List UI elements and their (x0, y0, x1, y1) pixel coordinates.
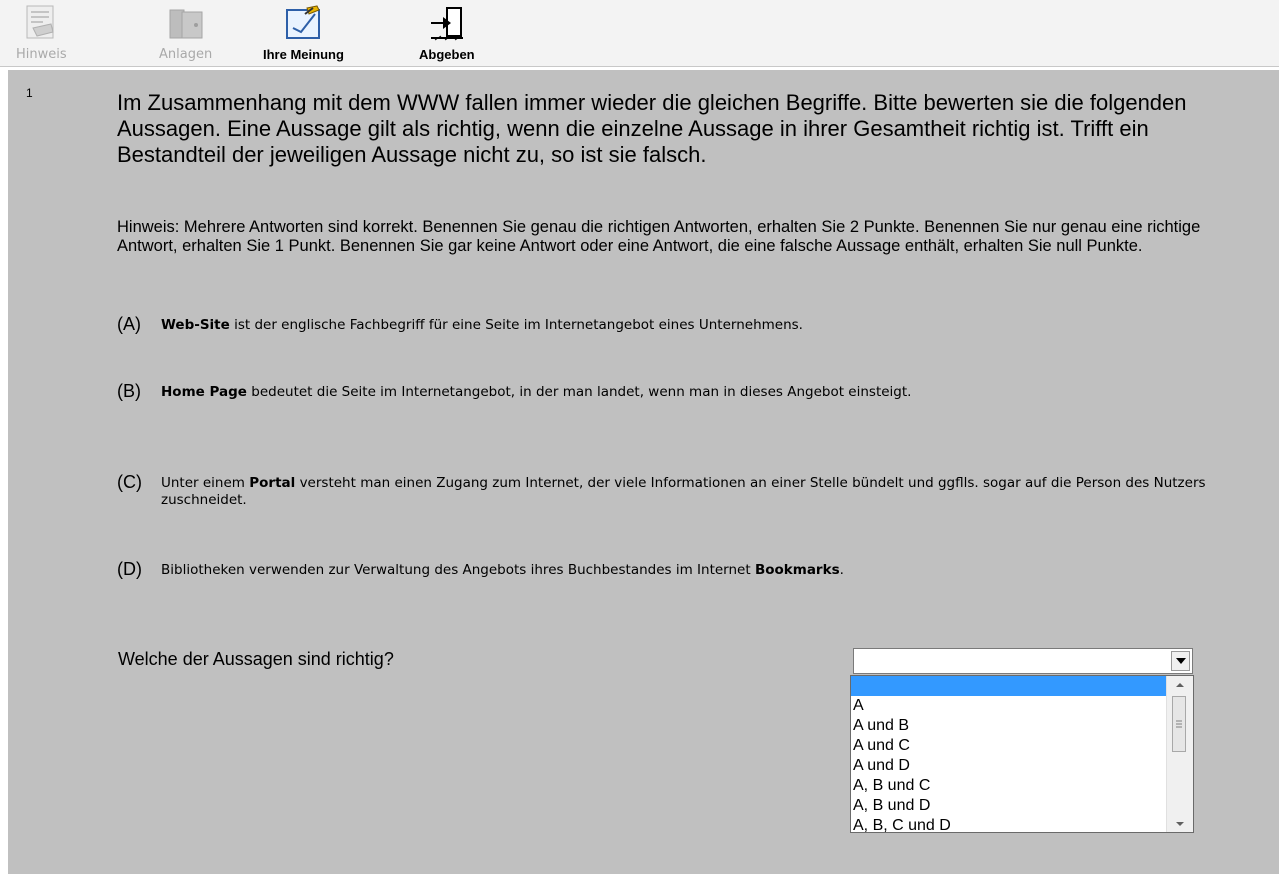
dropdown-option[interactable]: A und D (851, 756, 1167, 776)
hint-button: Hinweis (16, 2, 67, 64)
submit-button[interactable]: Abgeben (419, 2, 475, 64)
grip-icon (1176, 720, 1182, 728)
scroll-up-icon[interactable] (1174, 679, 1186, 691)
hint-document-icon (26, 5, 54, 39)
hint-label: Hinweis (16, 47, 67, 62)
scroll-down-icon[interactable] (1174, 818, 1186, 830)
option-text: Bibliotheken verwenden zur Verwaltung de… (161, 562, 844, 578)
submit-label: Abgeben (419, 47, 475, 62)
exit-door-icon (430, 7, 463, 41)
dropdown-option[interactable]: A, B und D (851, 796, 1167, 816)
dropdown-option[interactable]: A und C (851, 736, 1167, 756)
question-hint: Hinweis: Mehrere Antworten sind korrekt.… (117, 218, 1201, 255)
option-b: (B) Home Page bedeutet die Seite im Inte… (117, 381, 1191, 401)
option-letter: (B) (117, 381, 141, 401)
dropdown-option[interactable]: A (851, 696, 1167, 716)
dropdown-scrollbar[interactable] (1166, 676, 1193, 832)
dropdown-list[interactable]: A A und B A und C A und D A, B und C A, … (850, 675, 1194, 833)
dropdown-option[interactable]: A, B, C und D (851, 816, 1167, 832)
dropdown-options: A A und B A und C A und D A, B und C A, … (851, 676, 1167, 832)
option-letter: (D) (117, 559, 142, 579)
option-letter: (A) (117, 314, 141, 334)
question-text: Im Zusammenhang mit dem WWW fallen immer… (117, 90, 1187, 167)
feedback-label: Ihre Meinung (263, 47, 344, 62)
scroll-thumb[interactable] (1172, 696, 1186, 752)
option-text: Web-Site ist der englische Fachbegriff f… (161, 317, 803, 333)
option-term: Web-Site (161, 317, 230, 333)
answer-prompt: Welche der Aussagen sind richtig? (118, 649, 394, 669)
option-text: Unter einem Portal versteht man einen Zu… (161, 475, 1206, 508)
feedback-button[interactable]: Ihre Meinung (263, 2, 344, 64)
question-number: 1 (26, 86, 33, 100)
option-a: (A) Web-Site ist der englische Fachbegri… (117, 314, 1251, 334)
option-c: (C) Unter einem Portal versteht man eine… (117, 472, 1221, 509)
option-term: Bookmarks (754, 562, 840, 578)
dropdown-option-empty[interactable] (851, 676, 1167, 696)
option-term: Portal (249, 475, 296, 491)
toolbar: Hinweis Anlagen Ihre Meinung Abgeben (0, 0, 1279, 67)
option-text: Home Page bedeutet die Seite im Internet… (161, 384, 912, 400)
option-letter: (C) (117, 472, 142, 492)
attachments-button: Anlagen (159, 2, 212, 64)
chevron-down-icon (1175, 658, 1186, 664)
attachments-label: Anlagen (159, 47, 213, 62)
dropdown-option[interactable]: A, B und C (851, 776, 1167, 796)
dropdown-option[interactable]: A und B (851, 716, 1167, 736)
feedback-pencil-icon (286, 5, 321, 39)
answer-select[interactable] (853, 648, 1193, 674)
option-d: (D) Bibliotheken verwenden zur Verwaltun… (117, 559, 1141, 579)
attachments-folder-icon (169, 9, 203, 39)
option-term: Home Page (161, 384, 247, 400)
dropdown-button[interactable] (1171, 651, 1190, 671)
